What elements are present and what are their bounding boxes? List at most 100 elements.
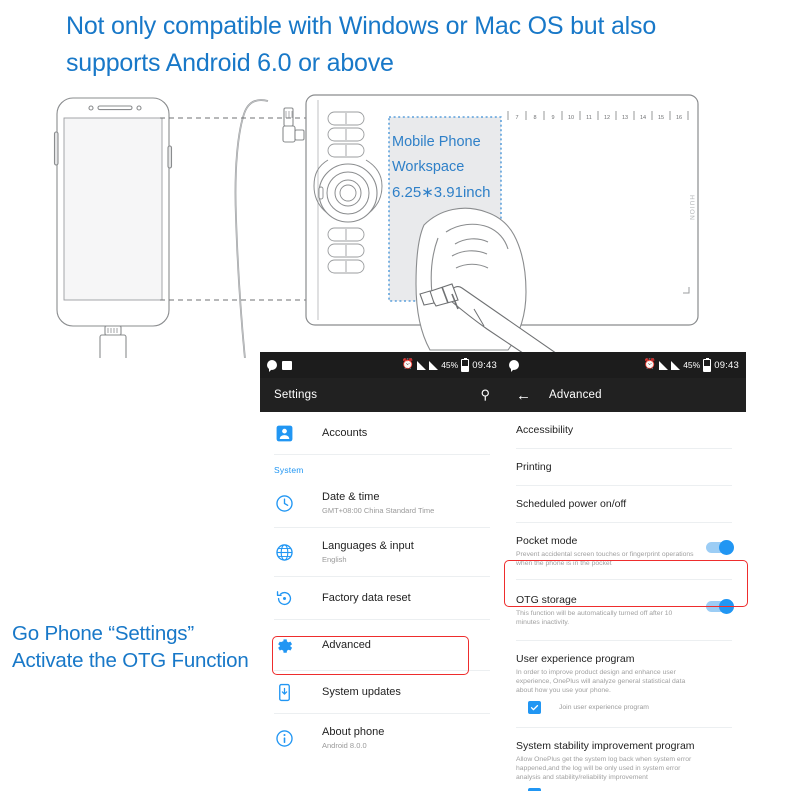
battery-icon bbox=[461, 357, 470, 372]
list-item-title: User experience program bbox=[516, 653, 635, 665]
sidebar-item-sublabel: Android 8.0.0 bbox=[322, 741, 367, 750]
battery-percent-label: 45% bbox=[683, 360, 701, 370]
sidebar-item-label: Accounts bbox=[322, 427, 368, 439]
micro-usb-body bbox=[99, 334, 127, 358]
info-icon bbox=[274, 728, 294, 748]
list-item-otg-storage[interactable]: OTG storage This function will be automa… bbox=[502, 580, 746, 640]
list-item-scheduled-power[interactable]: Scheduled power on/off bbox=[502, 486, 746, 522]
sidebar-item-date-time[interactable]: Date & time GMT+08:00 China Standard Tim… bbox=[260, 479, 504, 527]
join-user-experience-checkbox[interactable] bbox=[528, 701, 541, 714]
sidebar-item-accounts[interactable]: Accounts bbox=[260, 412, 504, 454]
message-icon bbox=[267, 360, 277, 372]
pocket-mode-toggle[interactable] bbox=[706, 539, 734, 555]
svg-text:15: 15 bbox=[658, 115, 664, 121]
sidebar-item-label: Advanced bbox=[322, 639, 371, 651]
svg-text:10: 10 bbox=[568, 115, 574, 121]
photo-icon bbox=[282, 360, 292, 370]
svg-text:14: 14 bbox=[640, 115, 646, 121]
svg-text:11: 11 bbox=[586, 115, 592, 121]
clock-icon bbox=[274, 493, 294, 513]
phone-volume-button bbox=[53, 131, 59, 166]
sidebar-item-advanced[interactable]: Advanced bbox=[260, 620, 504, 670]
mobile-workspace-label: Mobile Phone Workspace 6.25∗3.91inch bbox=[392, 130, 512, 205]
accounts-icon bbox=[274, 423, 294, 443]
app-bar-title: Advanced bbox=[549, 389, 602, 401]
alarm-icon: ⏰ bbox=[643, 359, 657, 370]
sidebar-item-about-phone[interactable]: About phone Android 8.0.0 bbox=[260, 714, 504, 762]
sidebar-item-factory-reset[interactable]: Factory data reset bbox=[260, 577, 504, 619]
list-item-title: Scheduled power on/off bbox=[516, 498, 627, 510]
list-item-title: System stability improvement program bbox=[516, 740, 695, 752]
back-arrow-icon[interactable]: ← bbox=[516, 388, 531, 403]
instruction-caption: Go Phone “Settings” Activate the OTG Fun… bbox=[12, 622, 249, 672]
sidebar-item-label: Date & time bbox=[322, 491, 380, 503]
advanced-list: Accessibility Printing Scheduled power o… bbox=[502, 412, 746, 791]
express-keys-bottom bbox=[327, 227, 365, 274]
tablet-brand: HUION bbox=[688, 195, 695, 221]
signal-icon-1 bbox=[417, 360, 427, 370]
status-bar-right: ⏰ 45% 09:43 bbox=[502, 352, 746, 378]
sidebar-item-languages-input[interactable]: Languages & input English bbox=[260, 528, 504, 576]
checkbox-label: Join user experience program bbox=[559, 704, 649, 711]
svg-text:16: 16 bbox=[676, 115, 682, 121]
message-icon bbox=[509, 360, 519, 372]
list-item-title: OTG storage bbox=[516, 594, 577, 606]
signal-icon-1 bbox=[659, 360, 669, 370]
phone-power-button bbox=[167, 145, 173, 169]
otg-storage-toggle[interactable] bbox=[706, 598, 734, 614]
system-update-icon bbox=[274, 682, 294, 702]
list-item-description: This function will be automatically turn… bbox=[516, 610, 673, 626]
phone-screenshot-advanced: ⏰ 45% 09:43 ← Advanced Accessibility Pri… bbox=[502, 352, 746, 791]
app-bar-title: Settings bbox=[274, 389, 318, 401]
search-icon[interactable]: ⚲ bbox=[480, 387, 490, 403]
list-item-printing[interactable]: Printing bbox=[502, 449, 746, 485]
advanced-app-bar: ← Advanced bbox=[502, 378, 746, 412]
status-bar-left: ⏰ 45% 09:43 bbox=[260, 352, 504, 378]
signal-icon-2 bbox=[429, 360, 439, 370]
micro-usb-head bbox=[104, 325, 122, 336]
svg-text:7: 7 bbox=[515, 115, 518, 121]
section-header-system: System bbox=[274, 465, 304, 475]
list-item-description: Prevent accidental screen touches or fin… bbox=[516, 551, 694, 567]
sidebar-item-label: About phone bbox=[322, 726, 385, 738]
list-item-system-stability-program[interactable]: System stability improvement program All… bbox=[502, 728, 746, 791]
phone-screenshot-settings: ⏰ 45% 09:43 Settings ⚲ Accounts System D… bbox=[260, 352, 504, 791]
sidebar-item-label: System updates bbox=[322, 686, 401, 698]
globe-icon bbox=[274, 542, 294, 562]
tablet-cable-connector bbox=[282, 107, 305, 143]
battery-percent-label: 45% bbox=[441, 360, 459, 370]
list-item-description: Allow OnePlus get the system log back wh… bbox=[516, 756, 692, 781]
svg-text:9: 9 bbox=[551, 115, 554, 121]
workspace-title-line2: Workspace bbox=[392, 159, 465, 175]
settings-app-bar: Settings ⚲ bbox=[260, 378, 504, 412]
phone-earpiece bbox=[97, 105, 133, 111]
workspace-title-line1: Mobile Phone bbox=[392, 134, 481, 150]
clock-label: 09:43 bbox=[714, 359, 739, 371]
settings-list: Accounts System Date & time GMT+08:00 Ch… bbox=[260, 412, 504, 762]
svg-text:12: 12 bbox=[604, 115, 610, 121]
svg-text:8: 8 bbox=[533, 115, 536, 121]
battery-icon bbox=[703, 357, 712, 372]
sidebar-item-sublabel: English bbox=[322, 555, 347, 564]
sidebar-item-label: Languages & input bbox=[322, 540, 414, 552]
express-keys-top bbox=[327, 111, 365, 158]
page-title: Not only compatible with Windows or Mac … bbox=[66, 12, 657, 77]
list-item-title: Accessibility bbox=[516, 424, 574, 436]
sidebar-item-label: Factory data reset bbox=[322, 592, 411, 604]
sidebar-item-system-updates[interactable]: System updates bbox=[260, 671, 504, 713]
list-item-pocket-mode[interactable]: Pocket mode Prevent accidental screen to… bbox=[502, 523, 746, 579]
device-illustration: 7 8 9 10 11 12 13 14 15 16 HUION bbox=[53, 94, 699, 358]
clock-label: 09:43 bbox=[472, 359, 497, 371]
list-item-title: Printing bbox=[516, 461, 552, 473]
list-item-accessibility[interactable]: Accessibility bbox=[502, 412, 746, 448]
alarm-icon: ⏰ bbox=[401, 359, 415, 370]
phone-screen bbox=[63, 117, 163, 301]
list-item-description: In order to improve product design and e… bbox=[516, 669, 686, 694]
signal-icon-2 bbox=[671, 360, 681, 370]
workspace-size: 6.25∗3.91inch bbox=[392, 184, 491, 201]
poster-canvas: Not only compatible with Windows or Mac … bbox=[0, 0, 792, 791]
list-item-user-experience-program[interactable]: User experience program In order to impr… bbox=[502, 641, 746, 727]
sidebar-item-sublabel: GMT+08:00 China Standard Time bbox=[322, 506, 435, 515]
svg-text:13: 13 bbox=[622, 115, 628, 121]
list-item-title: Pocket mode bbox=[516, 535, 578, 547]
